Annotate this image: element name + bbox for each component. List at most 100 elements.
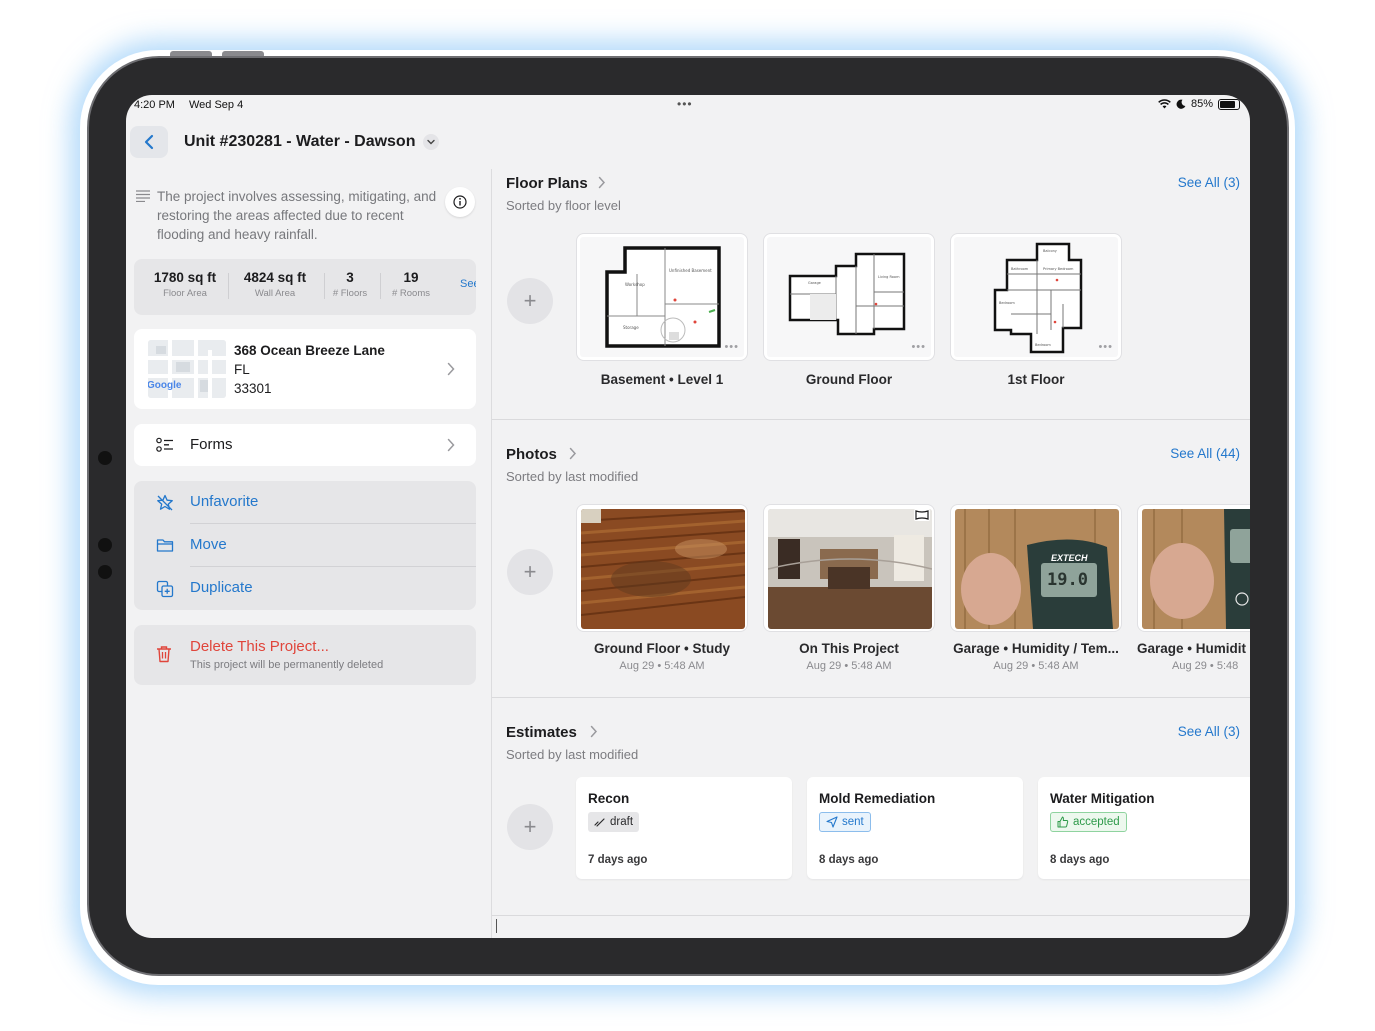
project-actions: Unfavorite Move Duplicate <box>134 481 476 610</box>
estimate-title: Mold Remediation <box>819 791 936 806</box>
estimate-title: Recon <box>588 791 630 806</box>
estimate-age: 8 days ago <box>819 854 879 866</box>
stat-label: # Rooms <box>391 288 430 299</box>
floor-plans-see-all-link[interactable]: See All (3) <box>1178 175 1240 190</box>
wifi-icon <box>1158 99 1171 109</box>
duplicate-label: Duplicate <box>190 579 253 596</box>
info-icon <box>453 195 467 209</box>
photo-card[interactable] <box>763 504 935 632</box>
title-menu-button[interactable] <box>423 134 439 150</box>
floor-plan-drawing: Workshop Unfinished Basement Storage <box>580 237 744 357</box>
chevron-down-icon <box>427 139 435 145</box>
main-content: Floor Plans Sorted by floor level See Al… <box>492 169 1250 938</box>
svg-text:Storage: Storage <box>623 325 639 330</box>
add-photo-button[interactable]: + <box>507 549 553 595</box>
photo-card[interactable] <box>576 504 748 632</box>
svg-text:Living Room: Living Room <box>878 275 900 279</box>
forms-label: Forms <box>190 436 233 453</box>
stat-divider <box>228 273 229 299</box>
move-button[interactable]: Move <box>134 524 476 567</box>
photo-title: Garage • Humidit <box>1137 641 1246 656</box>
stat-wall-area: 4824 sq ft Wall Area <box>234 270 316 299</box>
battery-icon <box>1218 98 1240 110</box>
page-title: Unit #230281 - Water - Dawson <box>184 133 416 150</box>
photo-date: Aug 29 • 5:48 <box>1172 660 1239 672</box>
unfavorite-button[interactable]: Unfavorite <box>134 481 476 524</box>
navigation-bar: Unit #230281 - Water - Dawson <box>126 117 1250 169</box>
photo-date: Aug 29 • 5:48 AM <box>993 660 1079 672</box>
photo-image <box>581 509 745 629</box>
stat-value: 19 <box>403 270 419 285</box>
address-zip: 33301 <box>234 381 272 396</box>
photos-subtitle: Sorted by last modified <box>506 469 639 484</box>
sensor-dot <box>98 538 112 552</box>
more-options-icon[interactable]: ••• <box>1098 341 1113 353</box>
address-street: 368 Ocean Breeze Lane <box>234 343 385 358</box>
photo-card[interactable] <box>1137 504 1250 632</box>
forms-list-icon <box>156 437 173 452</box>
chevron-right-icon <box>598 176 606 189</box>
photo-title: Garage • Humidity / Tem... <box>953 641 1119 656</box>
stat-label: Wall Area <box>254 288 296 299</box>
floor-plan-label: Ground Floor <box>805 372 893 387</box>
photos-see-all-link[interactable]: See All (44) <box>1170 446 1240 461</box>
stat-value: 1780 sq ft <box>153 270 217 285</box>
send-icon <box>826 816 838 828</box>
estimates-subtitle: Sorted by last modified <box>506 747 639 762</box>
sensor-dot <box>98 451 112 465</box>
info-button[interactable] <box>445 187 475 217</box>
address-state: FL <box>234 362 250 377</box>
stat-rooms: 19 # Rooms <box>386 270 436 299</box>
estimate-age: 8 days ago <box>1050 854 1110 866</box>
svg-text:Workshop: Workshop <box>625 282 645 287</box>
floor-plan-drawing: Balcony Bathroom Primary Bedroom Bedroom… <box>954 237 1118 357</box>
delete-subtitle: This project will be permanently deleted <box>190 659 384 671</box>
stats-see-more-link[interactable]: See <box>460 278 476 290</box>
estimate-card[interactable]: Recon draft 7 days ago <box>576 777 792 879</box>
status-date: Wed Sep 4 <box>189 99 244 111</box>
delete-project-button[interactable]: Delete This Project... This project will… <box>134 625 476 685</box>
estimate-age: 7 days ago <box>588 854 648 866</box>
scroll-caret <box>496 919 497 933</box>
photo-card[interactable]: EXTECH 19.0 <box>950 504 1122 632</box>
photos-title[interactable]: Photos <box>506 446 557 463</box>
floor-plans-title[interactable]: Floor Plans <box>506 175 588 192</box>
stat-divider <box>380 273 381 299</box>
chevron-right-icon <box>447 438 455 452</box>
more-options-icon[interactable]: ••• <box>911 341 926 353</box>
floor-plan-card[interactable]: Garage Living Room ••• <box>763 233 935 361</box>
stat-value: 4824 sq ft <box>243 270 307 285</box>
status-right: 85% <box>1158 98 1240 110</box>
svg-text:Balcony: Balcony <box>1043 249 1057 253</box>
section-divider <box>492 915 1250 916</box>
estimates-title[interactable]: Estimates <box>506 724 577 741</box>
text-lines-icon <box>136 190 150 202</box>
panorama-icon <box>914 509 930 521</box>
status-bar: 4:20 PM Wed Sep 4 ••• 85% <box>126 95 1250 117</box>
thumbs-up-icon <box>1057 816 1069 828</box>
address-card[interactable]: Google 368 Ocean Breeze Lane FL 33301 <box>134 329 476 409</box>
add-estimate-button[interactable]: + <box>507 804 553 850</box>
floor-plan-card[interactable]: Workshop Unfinished Basement Storage ••• <box>576 233 748 361</box>
estimates-see-all-link[interactable]: See All (3) <box>1178 724 1240 739</box>
battery-percent: 85% <box>1190 98 1213 110</box>
photo-image <box>1142 509 1250 629</box>
svg-text:Primary Bedroom: Primary Bedroom <box>1043 267 1074 271</box>
estimate-card[interactable]: Mold Remediation sent 8 days ago <box>807 777 1023 879</box>
add-floor-plan-button[interactable]: + <box>507 278 553 324</box>
more-options-icon[interactable]: ••• <box>724 341 739 353</box>
estimates-section: Estimates Sorted by last modified See Al… <box>492 697 1250 917</box>
status-badge-label: draft <box>610 816 634 828</box>
chevron-left-icon <box>144 134 154 150</box>
multitasking-dots-icon[interactable]: ••• <box>677 97 693 111</box>
map-attribution: Google <box>148 380 182 391</box>
sensor-dot <box>98 565 112 579</box>
floor-plan-card[interactable]: Balcony Bathroom Primary Bedroom Bedroom… <box>950 233 1122 361</box>
plus-icon: + <box>523 288 537 313</box>
estimate-card[interactable]: Water Mitigation accepted 8 days ago <box>1038 777 1250 879</box>
duplicate-button[interactable]: Duplicate <box>134 567 476 610</box>
stat-divider <box>324 273 325 299</box>
back-button[interactable] <box>130 126 168 158</box>
forms-row[interactable]: Forms <box>134 424 476 466</box>
signature-icon <box>594 818 605 827</box>
